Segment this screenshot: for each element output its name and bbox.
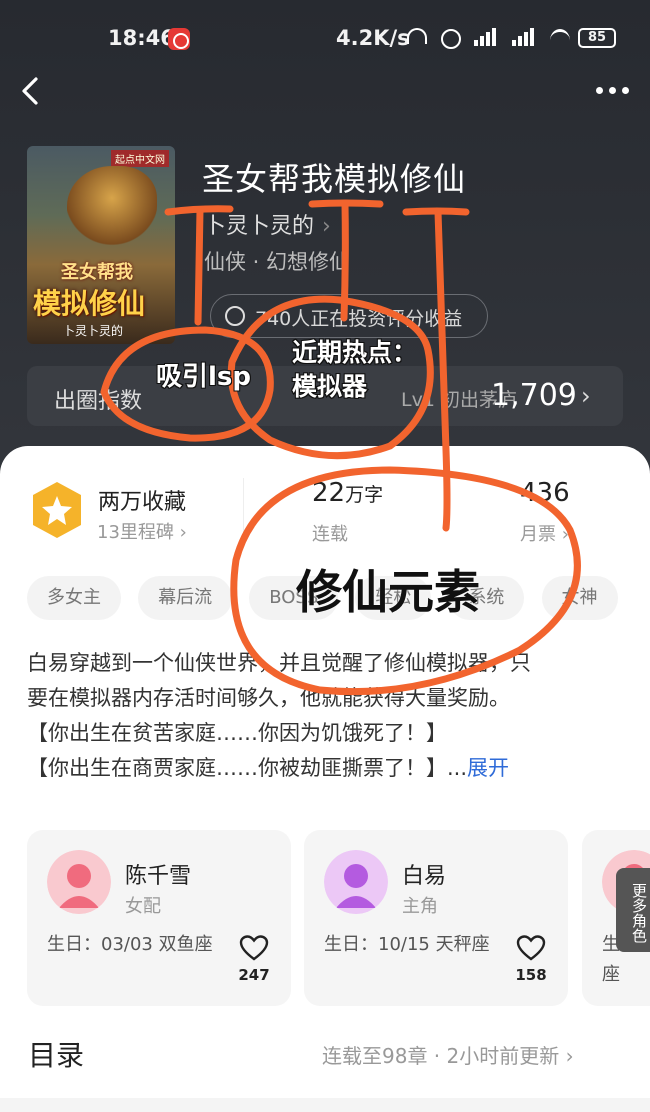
monthly-ticket-label[interactable]: 月票 › bbox=[520, 520, 569, 546]
expand-link[interactable]: 展开 bbox=[467, 756, 509, 780]
tag-chip[interactable]: 女神 bbox=[541, 576, 618, 620]
cover-dragon-art bbox=[67, 166, 157, 246]
author-name: 卜灵卜灵的 bbox=[204, 214, 315, 239]
more-dots-icon[interactable] bbox=[596, 82, 632, 98]
word-count-unit: 万字 bbox=[345, 484, 384, 506]
like-count: 158 bbox=[515, 966, 547, 984]
annotation-text: 近期热点： 模拟器 bbox=[291, 336, 418, 404]
annotation-line: 近期热点： bbox=[291, 337, 418, 368]
signal-icon bbox=[472, 26, 500, 48]
heart-icon[interactable] bbox=[239, 934, 269, 962]
chevron-right-icon: › bbox=[322, 214, 331, 239]
character-name: 陈千雪 bbox=[125, 864, 192, 889]
tag-chip[interactable]: 多女主 bbox=[27, 576, 121, 620]
character-avatar bbox=[47, 850, 111, 914]
chevron-right-icon: › bbox=[179, 522, 187, 543]
character-card[interactable]: 白易 主角 生日：10/15 天秤座 158 bbox=[304, 830, 568, 1006]
character-role: 主角 bbox=[402, 896, 438, 917]
status-icons bbox=[404, 26, 572, 49]
annotation-text: 修仙元素 bbox=[296, 565, 480, 619]
invest-label: 740人正在投资评分收益 bbox=[255, 308, 463, 330]
status-bar: 18:46 4.2K/s 85 bbox=[0, 22, 650, 54]
wifi-icon bbox=[548, 26, 572, 48]
headset-icon bbox=[404, 26, 428, 48]
divider bbox=[243, 478, 244, 544]
status-time: 18:46 bbox=[108, 26, 175, 50]
character-name: 白易 bbox=[402, 864, 447, 889]
collect-title: 两万收藏 bbox=[98, 490, 187, 515]
synopsis-line: 白易穿越到一个仙侠世界，并且觉醒了修仙模拟器，只 bbox=[27, 651, 531, 675]
cover-author: 卜灵卜灵的 bbox=[63, 324, 124, 338]
synopsis: 白易穿越到一个仙侠世界，并且觉醒了修仙模拟器，只 要在模拟器内存活时间够久，他就… bbox=[27, 646, 627, 786]
invest-button[interactable]: 740人正在投资评分收益 bbox=[210, 294, 488, 338]
collect-sub: 13里程碑 bbox=[97, 522, 174, 543]
word-count: 22万字 bbox=[312, 478, 383, 508]
netease-music-icon bbox=[168, 28, 190, 50]
character-card[interactable]: 陈千雪 女配 生日：03/03 双鱼座 247 bbox=[27, 830, 291, 1006]
milestone-badge-icon[interactable] bbox=[30, 480, 84, 540]
annotation-text: 吸引lsp bbox=[155, 361, 252, 393]
toc-status-link[interactable]: 连载至98章 · 2小时前更新 › bbox=[322, 1040, 574, 1069]
battery-indicator: 85 bbox=[578, 28, 616, 48]
character-birthday: 生日：03/03 双鱼座 bbox=[47, 934, 213, 955]
index-label: 出圈指数 bbox=[54, 389, 143, 414]
cover-publisher: 起点中文网 bbox=[111, 150, 169, 167]
bottom-divider bbox=[0, 1098, 650, 1112]
book-genre: 仙侠 · 幻想修仙 bbox=[204, 250, 351, 274]
chevron-right-icon: › bbox=[565, 1044, 574, 1068]
synopsis-line: 【你出生在贫苦家庭……你因为饥饿死了！】 bbox=[27, 721, 447, 745]
network-speed: 4.2K/s bbox=[336, 26, 410, 50]
book-title: 圣女帮我模拟修仙 bbox=[202, 160, 467, 198]
signal-icon bbox=[510, 26, 538, 48]
word-count-number: 22 bbox=[312, 478, 346, 508]
synopsis-line: 要在模拟器内存活时间够久，他就能获得大量奖励。 bbox=[27, 686, 510, 710]
monthly-ticket-text: 月票 bbox=[520, 524, 556, 545]
monthly-ticket-count[interactable]: 436 bbox=[520, 478, 570, 508]
more-characters-button[interactable]: 更多角色 bbox=[616, 868, 650, 952]
toc-title: 目录 bbox=[28, 1039, 85, 1072]
chevron-right-icon: › bbox=[561, 524, 569, 545]
book-cover[interactable]: 起点中文网 圣女帮我 模拟修仙 卜灵卜灵的 bbox=[27, 146, 175, 344]
toc-status: 连载至98章 · 2小时前更新 bbox=[322, 1044, 560, 1068]
synopsis-line: 【你出生在商贾家庭……你被劫匪撕票了！】... bbox=[27, 756, 468, 780]
tag-chip[interactable]: 幕后流 bbox=[138, 576, 233, 620]
alarm-icon bbox=[438, 26, 462, 49]
invest-icon bbox=[225, 306, 245, 326]
chevron-right-icon: › bbox=[581, 382, 591, 410]
character-birthday: 生日：10/15 天秤座 bbox=[324, 934, 490, 955]
like-count: 247 bbox=[238, 966, 270, 984]
index-value: 1,709 bbox=[491, 378, 577, 413]
collect-milestone-link[interactable]: 13里程碑 › bbox=[97, 518, 187, 544]
character-role: 女配 bbox=[125, 896, 161, 917]
cover-title-line2: 模拟修仙 bbox=[33, 287, 146, 320]
chevron-left-icon[interactable] bbox=[18, 76, 44, 106]
serial-status: 连载 bbox=[312, 524, 348, 545]
book-hero-header: 18:46 4.2K/s 85 起点中文网 圣女帮我 模拟修仙 卜灵卜灵的 圣女… bbox=[0, 0, 650, 520]
cover-title-line1: 圣女帮我 bbox=[61, 262, 133, 283]
character-avatar bbox=[324, 850, 388, 914]
author-link[interactable]: 卜灵卜灵的 › bbox=[204, 208, 331, 240]
annotation-line: 模拟器 bbox=[291, 371, 368, 402]
heart-icon[interactable] bbox=[516, 934, 546, 962]
